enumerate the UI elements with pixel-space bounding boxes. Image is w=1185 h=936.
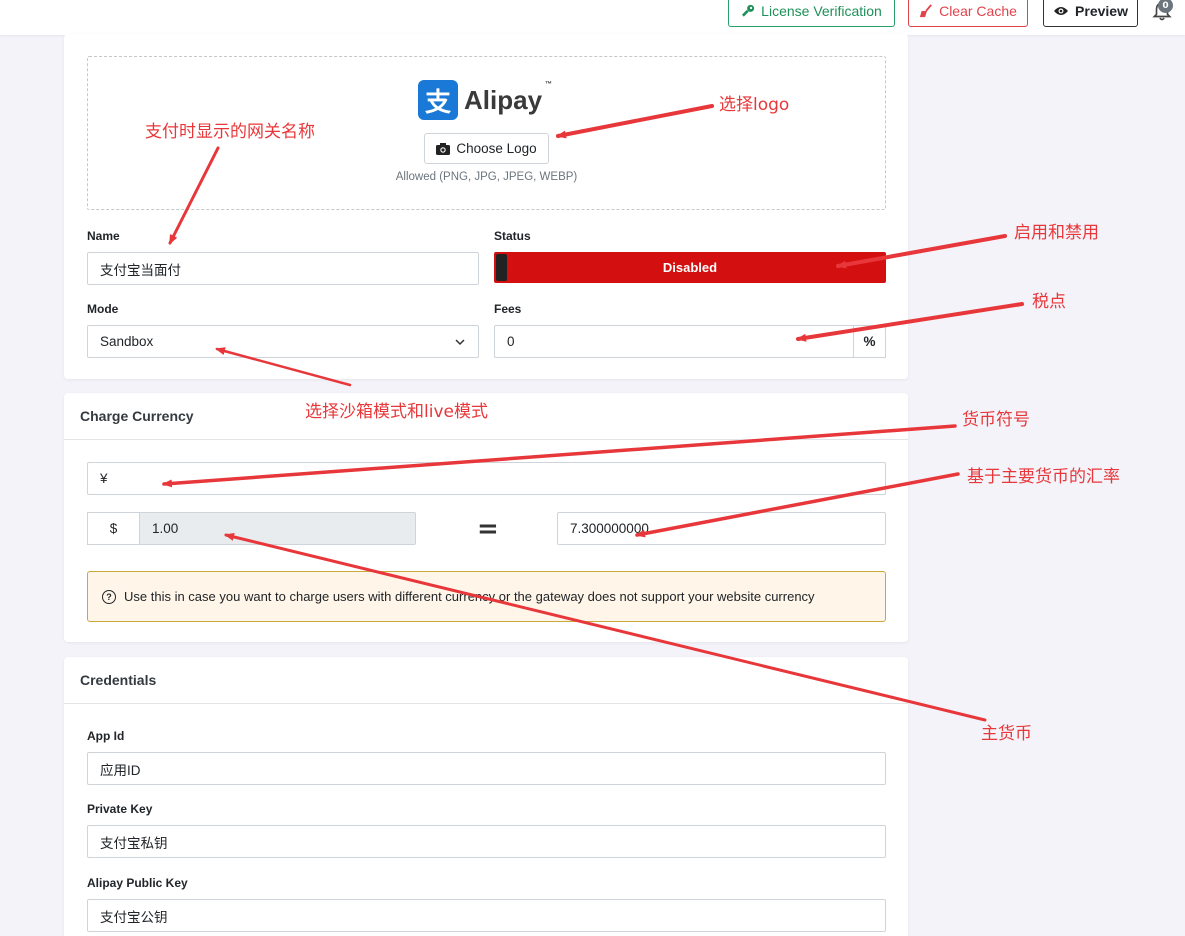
status-toggle[interactable]: Disabled — [494, 252, 886, 283]
base-currency-value: 1.00 — [139, 512, 416, 545]
status-value: Disabled — [662, 260, 718, 275]
top-bar: License Verification Clear Cache Preview… — [0, 0, 1185, 35]
equals-sign: = — [477, 514, 499, 544]
annotation-exchange-rate: 基于主要货币的汇率 — [967, 467, 1120, 487]
allowed-formats-text: Allowed (PNG, JPG, JPEG, WEBP) — [395, 171, 578, 183]
choose-logo-button[interactable]: Choose Logo — [424, 133, 549, 164]
base-currency-symbol: $ — [87, 512, 140, 545]
gateway-logo: 支 Alipay ™ — [418, 79, 552, 121]
choose-logo-label: Choose Logo — [456, 141, 537, 156]
question-circle-icon: ? — [102, 589, 116, 604]
logo-trademark: ™ — [545, 80, 553, 88]
credentials-card: Credentials App Id 应用ID Private Key 支付宝私… — [64, 657, 908, 936]
percent-addon: % — [853, 325, 886, 358]
name-label: Name — [87, 229, 120, 243]
app-id-input[interactable]: 应用ID — [87, 752, 886, 785]
camera-icon — [436, 142, 451, 155]
eye-icon — [1054, 7, 1069, 15]
alipay-logo-text: Alipay — [464, 84, 543, 115]
mode-label: Mode — [87, 302, 119, 316]
preview-button[interactable]: Preview — [1043, 0, 1138, 27]
key-icon — [742, 4, 755, 17]
exchange-rate-input[interactable]: 7.300000000 — [557, 512, 886, 545]
fees-input[interactable]: 0 — [494, 325, 854, 358]
alipay-public-key-input[interactable]: 支付宝公钥 — [87, 899, 886, 932]
toggle-knob — [496, 254, 507, 281]
gateway-settings-card: 支 Alipay ™ Choose Logo Allowed (PNG, JPG… — [64, 34, 908, 379]
currency-notice-text: Use this in case you want to charge user… — [124, 589, 815, 604]
annotation-gateway-name: 支付时显示的网关名称 — [145, 122, 315, 142]
annotation-main-currency: 主货币 — [981, 724, 1032, 744]
private-key-label: Private Key — [87, 802, 153, 816]
alipay-public-key-label: Alipay Public Key — [87, 876, 188, 890]
annotation-fees: 税点 — [1032, 292, 1066, 312]
app-id-label: App Id — [87, 729, 125, 743]
mode-select[interactable]: Sandbox — [87, 325, 479, 358]
license-verification-label: License Verification — [761, 3, 882, 19]
alipay-logo-mark: 支 — [418, 80, 458, 120]
broom-icon — [919, 4, 932, 18]
license-verification-button[interactable]: License Verification — [728, 0, 895, 27]
status-label: Status — [494, 229, 531, 243]
annotation-mode: 选择沙箱模式和live模式 — [305, 402, 488, 422]
fees-label: Fees — [494, 302, 522, 316]
annotation-currency-symbol: 货币符号 — [962, 410, 1030, 430]
annotation-choose-logo: 选择logo — [719, 95, 790, 115]
clear-cache-label: Clear Cache — [939, 3, 1017, 19]
currency-symbol-input[interactable]: ¥ — [87, 462, 886, 495]
preview-label: Preview — [1075, 3, 1128, 19]
credentials-title: Credentials — [64, 657, 908, 704]
charge-currency-card: Charge Currency ¥ $ 1.00 = 7.300000000 ?… — [64, 393, 908, 642]
currency-notice: ? Use this in case you want to charge us… — [87, 571, 886, 622]
name-input[interactable]: 支付宝当面付 — [87, 252, 479, 285]
mode-value: Sandbox — [100, 334, 154, 349]
clear-cache-button[interactable]: Clear Cache — [908, 0, 1028, 27]
chevron-down-icon — [455, 339, 465, 346]
annotation-enable-disable: 启用和禁用 — [1014, 223, 1099, 243]
private-key-input[interactable]: 支付宝私钥 — [87, 825, 886, 858]
